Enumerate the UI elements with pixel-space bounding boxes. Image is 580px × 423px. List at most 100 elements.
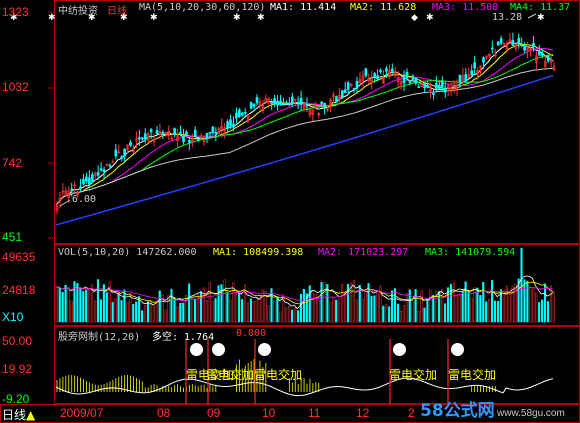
candle-body xyxy=(440,81,444,87)
candle-body xyxy=(82,178,85,185)
volume-bar xyxy=(514,283,517,323)
volume-bar xyxy=(111,302,114,323)
volume-bar xyxy=(79,287,82,323)
candle-body xyxy=(490,47,494,50)
volume-bar xyxy=(417,311,420,323)
volume-bar xyxy=(288,306,291,323)
candle-body xyxy=(252,103,256,107)
ma5-line xyxy=(55,42,554,206)
candle-body xyxy=(546,55,550,62)
volume-bar xyxy=(520,247,523,323)
volume-bar xyxy=(493,300,497,323)
volume-bar xyxy=(205,300,208,323)
candle-body xyxy=(99,168,103,171)
volume-bar xyxy=(255,297,258,323)
volume-header-ma1: MA1: 108499.398 xyxy=(213,247,304,258)
candle-body xyxy=(435,83,438,89)
volume-bar xyxy=(214,298,217,323)
volume-bar xyxy=(408,289,411,323)
volume-bar xyxy=(452,282,455,323)
candle-body xyxy=(114,149,118,157)
ma2-value: MA2: 11.628 xyxy=(350,2,417,13)
candle-body xyxy=(85,176,88,182)
volume-bar xyxy=(158,290,161,323)
volume-bar xyxy=(299,293,302,323)
volume-bar xyxy=(485,301,488,323)
smiley-icon xyxy=(451,343,464,356)
volume-bar xyxy=(426,298,429,323)
volume-bar xyxy=(246,302,250,323)
star-icon: ✱ xyxy=(257,13,265,23)
candle-body xyxy=(79,186,82,189)
candle-body xyxy=(499,38,503,44)
volume-bar xyxy=(476,287,479,323)
candle-body xyxy=(140,137,144,140)
candle-body xyxy=(355,81,359,89)
smiley-icon xyxy=(258,343,271,356)
volume-bar xyxy=(238,293,241,323)
volume-bar xyxy=(449,284,452,323)
volume-bar xyxy=(317,299,320,323)
volume-axis-label-mid: 24818 xyxy=(2,283,36,297)
candle-body xyxy=(232,123,235,127)
candle-body xyxy=(111,161,115,164)
volume-bar xyxy=(285,307,288,323)
low-marker-label: 6.00 xyxy=(72,194,97,205)
candle-body xyxy=(285,102,288,105)
low-marker-line xyxy=(59,199,71,207)
volume-bar xyxy=(549,285,552,323)
volume-bar xyxy=(414,289,417,323)
candle-body xyxy=(438,84,441,89)
volume-bar xyxy=(120,300,123,323)
candle-body xyxy=(179,131,182,134)
candle-body xyxy=(323,102,326,108)
volume-bar xyxy=(323,282,326,323)
star-icon: ✱ xyxy=(233,13,241,23)
date-label: 2009/07 xyxy=(60,406,104,420)
candle-body xyxy=(240,112,244,116)
price-axis-label-top: 1323 xyxy=(2,5,29,19)
volume-bar xyxy=(458,294,461,323)
watermark-url: www.58gu.com xyxy=(497,408,565,419)
volume-bar xyxy=(261,289,264,323)
indicator-axis-label-bottom: -9.20 xyxy=(2,392,30,406)
volume-bar xyxy=(132,304,135,323)
volume-bar xyxy=(535,292,538,323)
volume-bar xyxy=(396,303,400,323)
candle-body xyxy=(229,119,232,127)
volume-bar xyxy=(388,306,391,323)
stock-name: 中纺投资 xyxy=(58,6,98,17)
period-button[interactable]: 日线▲ xyxy=(2,406,35,423)
candle-body xyxy=(211,126,215,133)
candle-body xyxy=(238,109,241,118)
volume-bar xyxy=(82,291,85,323)
volume-bar xyxy=(293,307,297,323)
candle-body xyxy=(290,96,294,104)
volume-bar xyxy=(188,283,191,323)
volume-bar xyxy=(211,300,214,323)
ma3-value: MA3: 11.508 xyxy=(432,2,499,13)
volume-bar xyxy=(432,294,435,323)
candle-body xyxy=(282,103,285,106)
candle-body xyxy=(470,70,474,76)
candle-body xyxy=(196,139,200,141)
event-label: 雷电交加 xyxy=(389,368,438,382)
volume-bar xyxy=(223,279,226,323)
volume-bar xyxy=(76,283,79,323)
candle-body xyxy=(120,156,124,159)
volume-bar xyxy=(135,301,138,323)
chart-canvas: ✱ ✱ ✱ ✱ ✱ ✱ ✱ ◆ ✱ ✱ xyxy=(10,11,556,404)
candle-body xyxy=(249,102,253,109)
volume-bar xyxy=(461,290,464,323)
candle-body xyxy=(138,137,141,140)
diamond-icon: ◆ xyxy=(411,13,418,23)
candle-body xyxy=(273,98,276,105)
date-label: 08 xyxy=(157,406,171,420)
triangle-up-icon: ▲ xyxy=(26,408,36,422)
volume-bar xyxy=(455,294,458,323)
volume-bar xyxy=(61,291,64,323)
candle-body xyxy=(373,73,376,78)
volume-bar xyxy=(182,302,185,323)
candle-body xyxy=(123,148,126,157)
volume-bar xyxy=(376,292,379,323)
